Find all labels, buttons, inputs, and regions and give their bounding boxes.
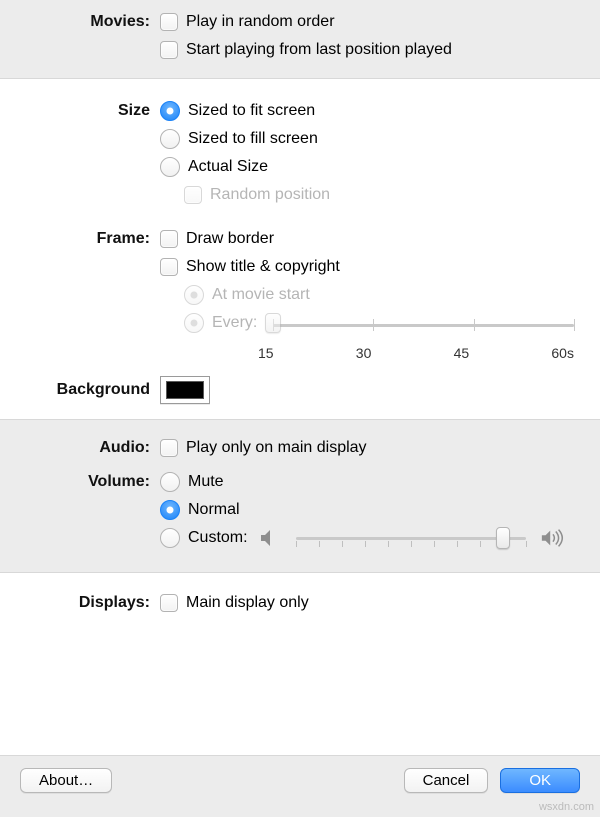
size-fit-label: Sized to fit screen	[188, 102, 315, 120]
size-label: Size	[20, 102, 160, 120]
main-display-only-label: Main display only	[186, 594, 309, 612]
movies-section: Movies: Play in random order Start playi…	[0, 0, 600, 79]
size-actual-label: Actual Size	[188, 158, 268, 176]
random-position-checkbox	[184, 186, 202, 204]
volume-normal-radio[interactable]	[160, 500, 180, 520]
start-last-position-label: Start playing from last position played	[186, 41, 452, 59]
volume-mute-label: Mute	[188, 473, 224, 491]
frame-label: Frame:	[20, 230, 160, 248]
cancel-button[interactable]: Cancel	[404, 768, 489, 793]
at-movie-start-radio	[184, 285, 204, 305]
every-slider	[273, 315, 574, 335]
random-position-label: Random position	[210, 186, 330, 204]
play-random-order-label: Play in random order	[186, 13, 335, 31]
displays-label: Displays:	[20, 594, 160, 612]
at-movie-start-label: At movie start	[212, 286, 310, 304]
audio-section: Audio: Play only on main display Volume:…	[0, 419, 600, 573]
preferences-window: Movies: Play in random order Start playi…	[0, 0, 600, 817]
draw-border-checkbox[interactable]	[160, 230, 178, 248]
every-label: Every:	[212, 314, 257, 332]
background-color-swatch	[166, 381, 204, 399]
displays-section: Displays: Main display only	[0, 573, 600, 697]
about-button[interactable]: About…	[20, 768, 112, 793]
size-fill-radio[interactable]	[160, 129, 180, 149]
volume-custom-radio[interactable]	[160, 528, 180, 548]
volume-label: Volume:	[20, 473, 160, 491]
display-section: Size Sized to fit screen Sized to fill s…	[0, 79, 600, 419]
footer: About… Cancel OK	[0, 755, 600, 817]
speaker-min-icon	[256, 527, 282, 549]
main-display-only-checkbox[interactable]	[160, 594, 178, 612]
watermark: wsxdn.com	[539, 801, 594, 813]
background-label: Background	[20, 381, 160, 399]
audio-main-display-checkbox[interactable]	[160, 439, 178, 457]
background-color-well[interactable]	[160, 376, 210, 404]
play-random-order-checkbox[interactable]	[160, 13, 178, 31]
size-actual-radio[interactable]	[160, 157, 180, 177]
ok-button[interactable]: OK	[500, 768, 580, 793]
volume-mute-radio[interactable]	[160, 472, 180, 492]
size-fill-label: Sized to fill screen	[188, 130, 318, 148]
volume-custom-label: Custom:	[188, 529, 248, 547]
start-last-position-checkbox[interactable]	[160, 41, 178, 59]
volume-slider[interactable]	[296, 527, 526, 549]
audio-main-display-label: Play only on main display	[186, 439, 367, 457]
volume-normal-label: Normal	[188, 501, 240, 519]
every-slider-ticks: 15 30 45 60s	[258, 345, 574, 361]
show-title-checkbox[interactable]	[160, 258, 178, 276]
speaker-max-icon	[540, 527, 566, 549]
size-fit-radio[interactable]	[160, 101, 180, 121]
show-title-label: Show title & copyright	[186, 258, 340, 276]
audio-label: Audio:	[20, 439, 160, 457]
every-radio	[184, 313, 204, 333]
draw-border-label: Draw border	[186, 230, 274, 248]
movies-label: Movies:	[20, 13, 160, 31]
